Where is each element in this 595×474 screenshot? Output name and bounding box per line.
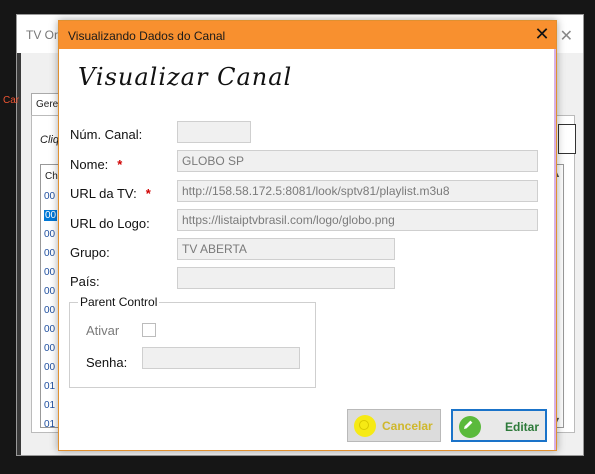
page-title: Visualizar Canal	[78, 63, 293, 91]
list-item[interactable]: 00	[44, 248, 55, 259]
senha-field[interactable]	[142, 347, 300, 369]
url-tv-label: URL da TV: *	[70, 186, 151, 201]
parent-control-legend: Parent Control	[78, 295, 160, 309]
url-logo-field[interactable]: https://listaiptvbrasil.com/logo/globo.p…	[177, 209, 538, 231]
nome-label-text: Nome:	[70, 157, 109, 172]
pais-field[interactable]	[177, 267, 395, 289]
pencil-icon	[459, 416, 481, 438]
pais-label: País:	[70, 274, 100, 289]
list-item[interactable]: 01	[44, 400, 55, 411]
list-item-selected[interactable]: 00	[44, 210, 58, 221]
parent-list-header: Ch	[45, 171, 58, 182]
nome-field[interactable]: GLOBO SP	[177, 150, 538, 172]
dialog-titlebar: Visualizando Dados do Canal ✕	[59, 21, 556, 49]
ativar-checkbox[interactable]	[142, 323, 156, 337]
list-item[interactable]: 00	[44, 229, 55, 240]
grupo-label: Grupo:	[70, 245, 110, 260]
nome-label: Nome: *	[70, 157, 122, 172]
ativar-label: Ativar	[86, 323, 120, 338]
list-item[interactable]: 01	[44, 381, 55, 392]
required-mark: *	[145, 186, 151, 201]
parent-close-icon[interactable]: ✕	[560, 26, 573, 46]
num-canal-field[interactable]	[177, 121, 251, 143]
edit-button[interactable]: Editar	[451, 409, 547, 442]
parent-window-title: TV Or	[26, 28, 58, 42]
edit-button-label: Editar	[505, 420, 540, 434]
list-item[interactable]: 00	[44, 191, 55, 202]
list-item[interactable]: 00	[44, 324, 55, 335]
dialog-border-accent	[554, 49, 556, 450]
view-channel-dialog: Visualizando Dados do Canal ✕ Visualizar…	[58, 20, 557, 451]
list-item[interactable]: 00	[44, 343, 55, 354]
list-item[interactable]: 00	[44, 305, 55, 316]
cancel-button-label: Cancelar	[382, 419, 433, 433]
url-tv-label-text: URL da TV:	[70, 186, 137, 201]
num-canal-label: Núm. Canal:	[70, 127, 143, 142]
list-item[interactable]: 00	[44, 362, 55, 373]
parent-side-text: Car	[3, 95, 20, 106]
url-tv-field[interactable]: http://158.58.172.5:8081/look/sptv81/pla…	[177, 180, 538, 202]
list-item[interactable]: 00	[44, 286, 55, 297]
parent-clique-text: Cliq	[40, 134, 59, 146]
url-logo-label: URL do Logo:	[70, 216, 150, 231]
grupo-field[interactable]: TV ABERTA	[177, 238, 395, 260]
parent-left-strip	[17, 53, 21, 455]
cancel-button[interactable]: Cancelar	[347, 409, 441, 442]
close-icon[interactable]: ✕	[528, 21, 556, 49]
cancel-circle-icon	[354, 415, 376, 437]
list-item[interactable]: 00	[44, 267, 55, 278]
parent-control-group: Parent Control Ativar Senha:	[69, 295, 316, 388]
senha-label: Senha:	[86, 355, 128, 370]
list-item[interactable]: 01	[44, 419, 55, 427]
required-mark: *	[117, 157, 123, 172]
parent-right-control[interactable]	[558, 124, 576, 154]
dialog-title: Visualizando Dados do Canal	[68, 29, 226, 43]
